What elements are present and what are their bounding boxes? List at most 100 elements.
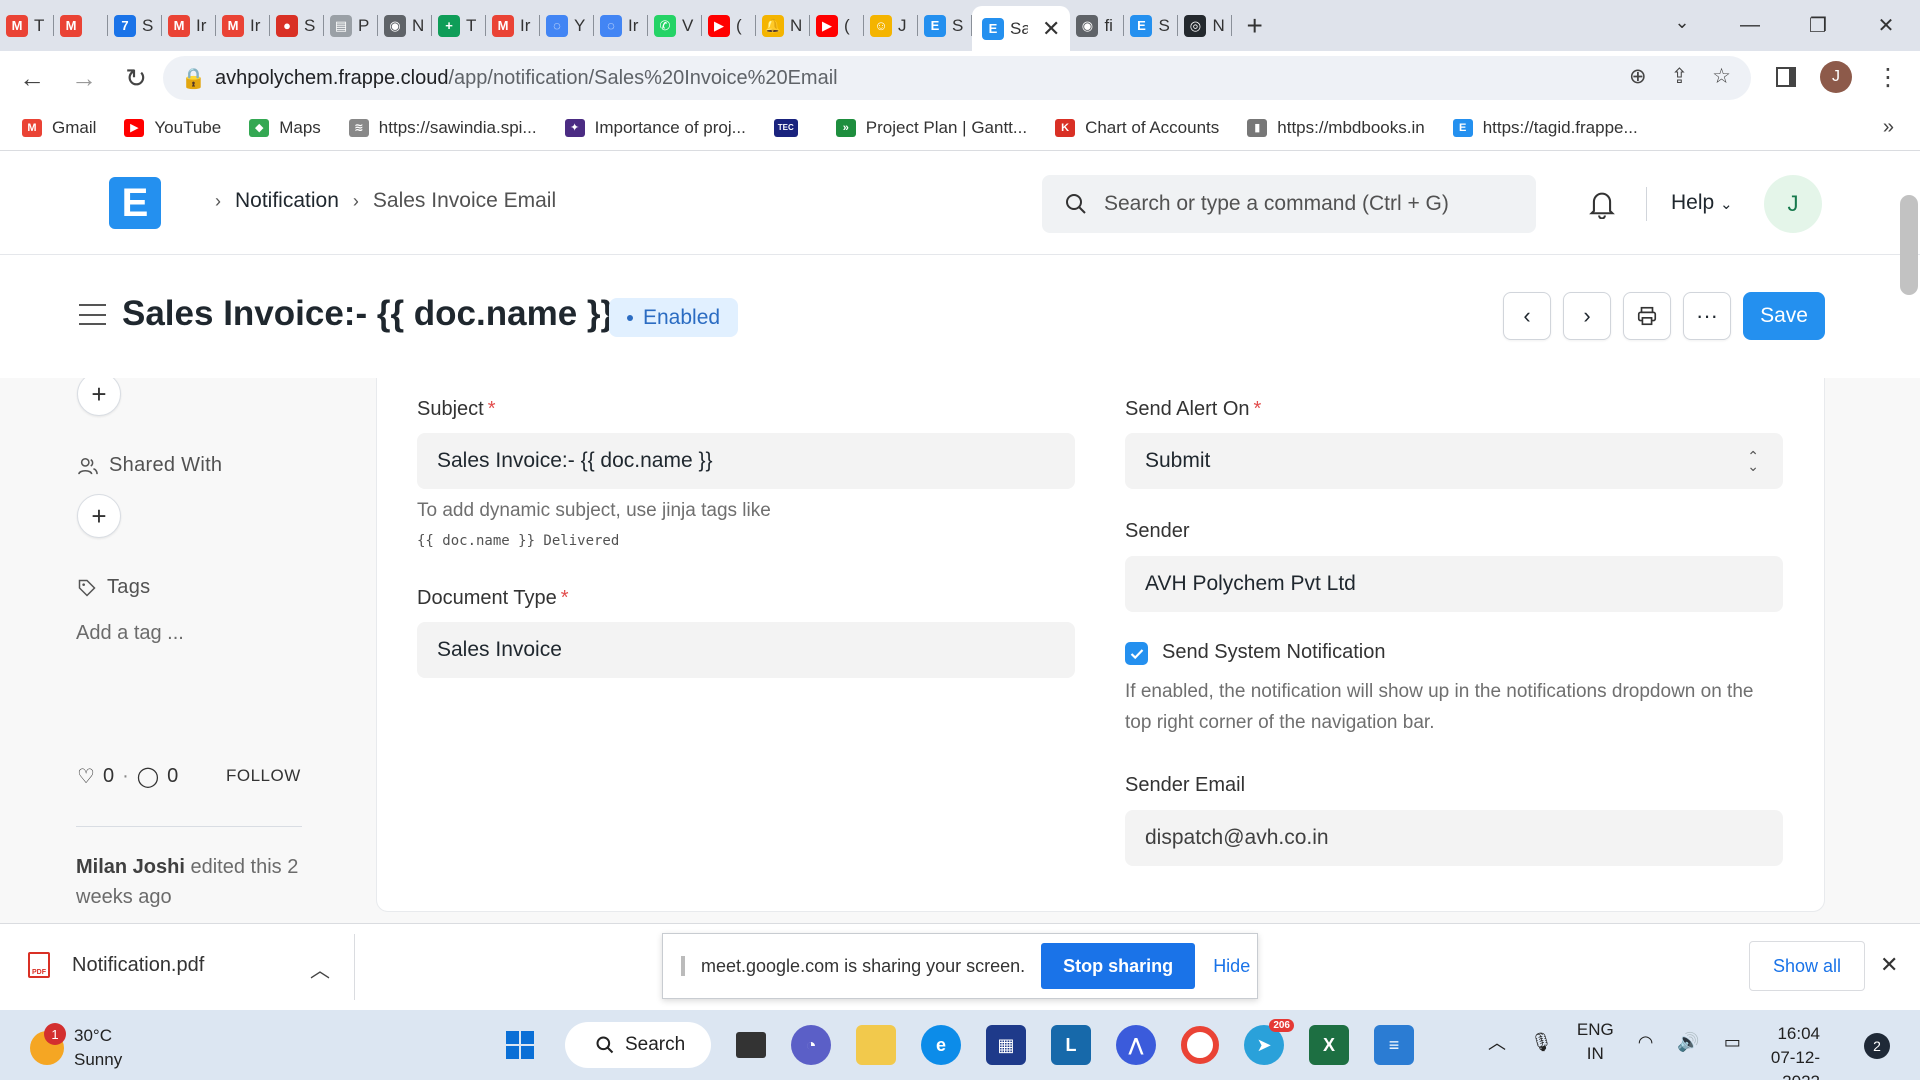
bookmark-item[interactable]: M Gmail — [22, 118, 96, 138]
back-button[interactable]: ← — [12, 63, 52, 94]
browser-tab[interactable]: ◌ Y — [540, 0, 594, 51]
show-all-downloads-button[interactable]: Show all — [1749, 941, 1865, 991]
weather-widget[interactable]: 1 30°C Sunny — [30, 1023, 122, 1072]
breadcrumb-current[interactable]: Sales Invoice Email — [373, 189, 556, 213]
drag-handle-icon[interactable] — [681, 956, 685, 976]
bookmark-item[interactable]: ▶ YouTube — [124, 118, 221, 138]
browser-tab[interactable]: ◉ N — [378, 0, 432, 51]
battery-icon[interactable]: ▭ — [1724, 1032, 1741, 1053]
lock-icon[interactable]: 🔒 — [181, 66, 206, 91]
more-actions-button[interactable]: ··· — [1683, 292, 1731, 340]
browser-menu-icon[interactable]: ⋮ — [1876, 63, 1900, 92]
new-tab-button[interactable]: + — [1246, 10, 1262, 42]
bookmark-item[interactable]: K Chart of Accounts — [1055, 118, 1219, 138]
chrome-icon[interactable] — [1181, 1026, 1219, 1064]
forward-button[interactable]: → — [64, 63, 104, 94]
help-dropdown[interactable]: Help ⌄ — [1671, 191, 1733, 215]
stop-sharing-button[interactable]: Stop sharing — [1041, 943, 1196, 989]
browser-tab[interactable]: MT — [0, 0, 54, 51]
bookmark-star-icon[interactable]: ☆ — [1712, 64, 1731, 89]
add-share-button[interactable]: + — [77, 494, 121, 538]
hide-share-notice-button[interactable]: Hide — [1213, 956, 1250, 977]
add-tag-link[interactable]: Add a tag ... — [76, 622, 184, 645]
active-browser-tab[interactable]: E Sa ✕ — [972, 6, 1071, 51]
browser-tab[interactable]: ☺ J — [864, 0, 918, 51]
send-system-notification-label[interactable]: Send System Notification — [1162, 641, 1385, 664]
document-type-field[interactable]: Sales Invoice — [417, 622, 1075, 678]
close-tab-icon[interactable]: ✕ — [1042, 16, 1060, 42]
sidebar-toggle-icon[interactable] — [79, 304, 106, 325]
volume-icon[interactable]: 🔊 — [1677, 1032, 1699, 1053]
vpn-icon[interactable]: ⋀ — [1116, 1025, 1156, 1065]
browser-tab[interactable]: ● S — [270, 0, 324, 51]
browser-tab[interactable]: ES — [918, 0, 972, 51]
follow-button[interactable]: FOLLOW — [226, 766, 301, 786]
browser-tab[interactable]: 7S — [108, 0, 162, 51]
chevron-up-icon[interactable]: ︿ — [1488, 1029, 1506, 1055]
browser-tab[interactable]: ◎ N — [1178, 0, 1233, 51]
bookmark-item[interactable]: TEC — [773, 118, 808, 137]
browser-tab[interactable]: ✆ V — [648, 0, 702, 51]
sender-field[interactable]: AVH Polychem Pvt Ltd — [1125, 556, 1783, 612]
tab-search-icon[interactable]: ⌄ — [1672, 12, 1692, 33]
task-view-icon[interactable] — [736, 1032, 766, 1058]
save-button[interactable]: Save — [1743, 292, 1825, 340]
breadcrumb-notification[interactable]: Notification — [235, 189, 339, 213]
browser-tab[interactable]: ES — [1124, 0, 1179, 51]
address-bar[interactable]: 🔒 avhpolychem.frappe.cloud/app/notificat… — [163, 56, 1751, 100]
excel-icon[interactable]: X — [1309, 1025, 1349, 1065]
restore-button[interactable]: ❐ — [1784, 13, 1852, 38]
bookmark-item[interactable]: Ehttps://tagid.frappe... — [1452, 118, 1638, 138]
notification-count[interactable]: 2 — [1864, 1033, 1890, 1059]
print-button[interactable] — [1623, 292, 1671, 340]
bookmark-item[interactable]: ◆ Maps — [249, 118, 321, 138]
microphone-icon[interactable]: 🎙 — [1530, 1032, 1553, 1053]
user-avatar[interactable]: J — [1764, 175, 1822, 233]
browser-tab[interactable]: + T — [432, 0, 486, 51]
browser-tab[interactable]: M Ir — [216, 0, 270, 51]
browser-tab[interactable]: ▤ P — [324, 0, 378, 51]
language-indicator[interactable]: ENG IN — [1577, 1018, 1614, 1066]
side-panel-icon[interactable] — [1776, 67, 1796, 87]
teams-chat-icon[interactable]: ◔ — [791, 1025, 831, 1065]
page-scrollbar[interactable] — [1900, 195, 1918, 295]
clock[interactable]: 16:04 07-12-2022 — [1740, 1022, 1820, 1080]
browser-tab[interactable]: ▶( — [810, 0, 864, 51]
taskbar-search[interactable]: Search — [565, 1022, 711, 1068]
next-doc-button[interactable]: › — [1563, 292, 1611, 340]
send-alert-on-select[interactable]: Submit ⌃ ⌄ — [1125, 433, 1783, 489]
browser-tab[interactable]: 🔔 N — [756, 0, 810, 51]
comment-icon[interactable]: ◯ — [137, 764, 159, 789]
minimize-button[interactable]: — — [1716, 14, 1784, 37]
notepad-icon[interactable]: ≡ — [1374, 1025, 1414, 1065]
wifi-icon[interactable]: ◠ — [1638, 1032, 1654, 1053]
close-downloads-icon[interactable]: ✕ — [1880, 952, 1898, 978]
bookmark-item[interactable]: ▮ https://mbdbooks.in — [1247, 118, 1425, 138]
browser-tab[interactable]: ◉ fi — [1070, 0, 1125, 51]
awesomebar-search[interactable]: Search or type a command (Ctrl + G) — [1042, 175, 1536, 233]
store-icon[interactable]: ▦ — [986, 1025, 1026, 1065]
browser-tab[interactable]: M Ir — [162, 0, 216, 51]
windows-start-icon[interactable] — [500, 1025, 540, 1065]
browser-tab[interactable]: M — [54, 0, 108, 51]
profile-avatar[interactable]: J — [1820, 61, 1852, 93]
editor-name[interactable]: Milan Joshi — [76, 856, 185, 878]
browser-tab[interactable]: M Ir — [486, 0, 540, 51]
browser-tab[interactable]: ◌ Ir — [594, 0, 648, 51]
bookmark-item[interactable]: ≋ https://sawindia.spi... — [348, 118, 537, 138]
add-assignment-button[interactable]: + — [77, 378, 121, 416]
chevron-up-icon[interactable]: ︿ — [310, 954, 330, 983]
l-app-icon[interactable]: L — [1051, 1025, 1091, 1065]
previous-doc-button[interactable]: ‹ — [1503, 292, 1551, 340]
reload-button[interactable]: ↻ — [116, 63, 156, 94]
subject-field[interactable]: Sales Invoice:- {{ doc.name }} — [417, 433, 1075, 489]
share-icon[interactable]: ⇪ — [1671, 64, 1689, 89]
heart-icon[interactable]: ♡ — [77, 764, 95, 789]
bookmark-item[interactable]: ✦ Importance of proj... — [564, 118, 746, 138]
close-window-button[interactable]: ✕ — [1852, 13, 1920, 38]
download-item[interactable]: PDF Notification.pdf — [28, 952, 204, 978]
browser-tab[interactable]: ▶( — [702, 0, 756, 51]
zoom-icon[interactable]: ⊕ — [1629, 64, 1647, 89]
edge-icon[interactable]: e — [921, 1025, 961, 1065]
sender-email-field[interactable]: dispatch@avh.co.in — [1125, 810, 1783, 866]
